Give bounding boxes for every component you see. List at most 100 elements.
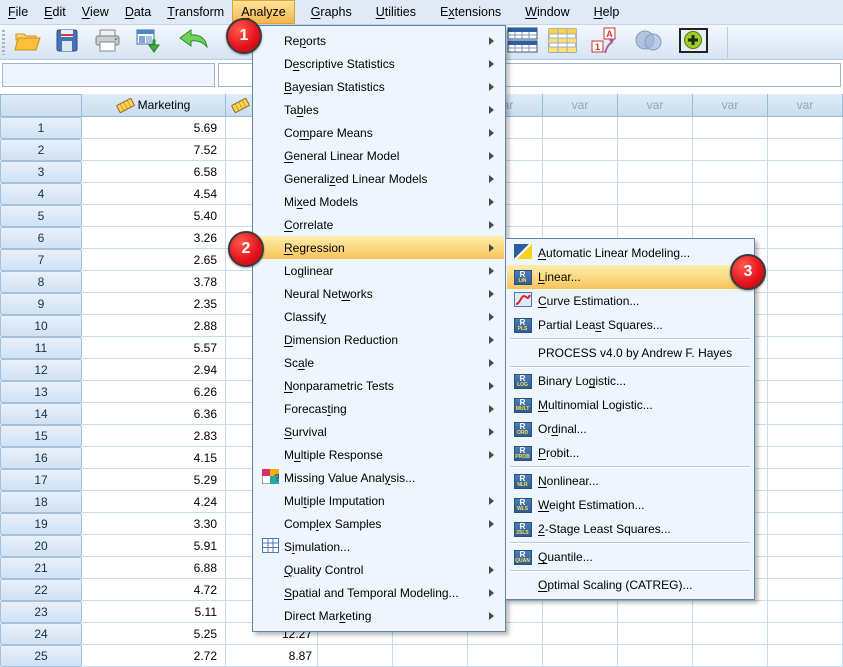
cell-var6-row2[interactable] (693, 139, 768, 161)
row-header-17[interactable]: 17 (0, 469, 82, 491)
submenu-item-optimal-scaling-catreg[interactable]: Optimal Scaling (CATREG)... (507, 573, 753, 597)
submenu-item-linear[interactable]: RLINLinear... (507, 265, 753, 289)
cell-var7-row1[interactable] (768, 117, 843, 139)
cell-var4-row4[interactable] (543, 183, 618, 205)
cell-marketing-row16[interactable]: 4.15 (82, 447, 226, 469)
menu-item-multiple-response[interactable]: Multiple Response (254, 443, 504, 466)
save-button[interactable] (50, 28, 84, 57)
cell-marketing-row25[interactable]: 2.72 (82, 645, 226, 667)
cell-var7-row4[interactable] (768, 183, 843, 205)
cell-var5-row23[interactable] (618, 601, 693, 623)
cell-var7-row25[interactable] (768, 645, 843, 667)
menu-item-bayesian-statistics[interactable]: Bayesian Statistics (254, 75, 504, 98)
cell-col2-row25[interactable]: 8.87 (226, 645, 318, 667)
row-header-24[interactable]: 24 (0, 623, 82, 645)
cell-var2-row25[interactable] (393, 645, 468, 667)
column-header-var-7[interactable]: var (768, 94, 843, 117)
menu-item-descriptive-statistics[interactable]: Descriptive Statistics (254, 52, 504, 75)
cell-var7-row12[interactable] (768, 359, 843, 381)
cell-var4-row3[interactable] (543, 161, 618, 183)
cell-marketing-row10[interactable]: 2.88 (82, 315, 226, 337)
cell-marketing-row2[interactable]: 7.52 (82, 139, 226, 161)
cell-var7-row3[interactable] (768, 161, 843, 183)
row-header-8[interactable]: 8 (0, 271, 82, 293)
cell-var7-row22[interactable] (768, 579, 843, 601)
row-header-19[interactable]: 19 (0, 513, 82, 535)
print-button[interactable] (90, 28, 124, 57)
submenu-item-nonlinear[interactable]: RNLRNonlinear... (507, 469, 753, 493)
cell-marketing-row1[interactable]: 5.69 (82, 117, 226, 139)
cell-marketing-row11[interactable]: 5.57 (82, 337, 226, 359)
row-header-5[interactable]: 5 (0, 205, 82, 227)
cell-var7-row23[interactable] (768, 601, 843, 623)
cell-var5-row4[interactable] (618, 183, 693, 205)
column-header-var-4[interactable]: var (543, 94, 618, 117)
cell-var7-row16[interactable] (768, 447, 843, 469)
menu-view[interactable]: View (74, 0, 117, 24)
menu-item-dimension-reduction[interactable]: Dimension Reduction (254, 328, 504, 351)
menu-item-multiple-imputation[interactable]: Multiple Imputation (254, 489, 504, 512)
menu-item-quality-control[interactable]: Quality Control (254, 558, 504, 581)
row-header-11[interactable]: 11 (0, 337, 82, 359)
cell-marketing-row15[interactable]: 2.83 (82, 425, 226, 447)
submenu-item-automatic-linear-modeling[interactable]: Automatic Linear Modeling... (507, 241, 753, 265)
cell-marketing-row24[interactable]: 5.25 (82, 623, 226, 645)
row-header-10[interactable]: 10 (0, 315, 82, 337)
cell-var7-row24[interactable] (768, 623, 843, 645)
column-header-marketing[interactable]: Marketing (82, 94, 226, 117)
menu-help[interactable]: Help (586, 0, 628, 24)
menu-item-scale[interactable]: Scale (254, 351, 504, 374)
menu-item-tables[interactable]: Tables (254, 98, 504, 121)
column-header-var-6[interactable]: var (693, 94, 768, 117)
submenu-item-weight-estimation[interactable]: RWLSWeight Estimation... (507, 493, 753, 517)
row-header-22[interactable]: 22 (0, 579, 82, 601)
cell-marketing-row12[interactable]: 2.94 (82, 359, 226, 381)
cell-var6-row24[interactable] (693, 623, 768, 645)
menu-item-classify[interactable]: Classify (254, 305, 504, 328)
submenu-item-partial-least-squares[interactable]: RPLSPartial Least Squares... (507, 313, 753, 337)
submenu-item-ordinal[interactable]: RORDOrdinal... (507, 417, 753, 441)
row-header-2[interactable]: 2 (0, 139, 82, 161)
cell-marketing-row22[interactable]: 4.72 (82, 579, 226, 601)
column-header-var-5[interactable]: var (618, 94, 693, 117)
cell-marketing-row19[interactable]: 3.30 (82, 513, 226, 535)
cell-var7-row21[interactable] (768, 557, 843, 579)
cell-var7-row18[interactable] (768, 491, 843, 513)
menu-item-regression[interactable]: Regression (254, 236, 504, 259)
cell-var7-row7[interactable] (768, 249, 843, 271)
row-header-3[interactable]: 3 (0, 161, 82, 183)
cell-var4-row2[interactable] (543, 139, 618, 161)
custom-dialogs-button[interactable] (676, 28, 710, 57)
open-data-button[interactable] (10, 28, 44, 57)
submenu-item-binary-logistic[interactable]: RLOGBinary Logistic... (507, 369, 753, 393)
cell-var6-row23[interactable] (693, 601, 768, 623)
menu-transform[interactable]: Transform (159, 0, 232, 24)
submenu-item-probit[interactable]: RPROBProbit... (507, 441, 753, 465)
cell-marketing-row14[interactable]: 6.36 (82, 403, 226, 425)
cell-marketing-row23[interactable]: 5.11 (82, 601, 226, 623)
cell-var7-row5[interactable] (768, 205, 843, 227)
cell-marketing-row21[interactable]: 6.88 (82, 557, 226, 579)
cell-marketing-row7[interactable]: 2.65 (82, 249, 226, 271)
cell-var4-row5[interactable] (543, 205, 618, 227)
cell-reference-field[interactable] (2, 63, 215, 87)
submenu-item-curve-estimation[interactable]: Curve Estimation... (507, 289, 753, 313)
row-header-12[interactable]: 12 (0, 359, 82, 381)
menu-item-forecasting[interactable]: Forecasting (254, 397, 504, 420)
menu-file[interactable]: File (0, 0, 36, 24)
menu-data[interactable]: Data (117, 0, 159, 24)
menu-window[interactable]: Window (517, 0, 577, 24)
menu-item-survival[interactable]: Survival (254, 420, 504, 443)
cell-var4-row23[interactable] (543, 601, 618, 623)
cell-var3-row25[interactable] (468, 645, 543, 667)
cell-marketing-row5[interactable]: 5.40 (82, 205, 226, 227)
menu-item-correlate[interactable]: Correlate (254, 213, 504, 236)
cell-var5-row24[interactable] (618, 623, 693, 645)
cell-var7-row15[interactable] (768, 425, 843, 447)
cell-var7-row10[interactable] (768, 315, 843, 337)
menu-item-direct-marketing[interactable]: Direct Marketing (254, 604, 504, 627)
row-header-1[interactable]: 1 (0, 117, 82, 139)
row-header-7[interactable]: 7 (0, 249, 82, 271)
cell-var4-row1[interactable] (543, 117, 618, 139)
menu-item-mixed-models[interactable]: Mixed Models (254, 190, 504, 213)
